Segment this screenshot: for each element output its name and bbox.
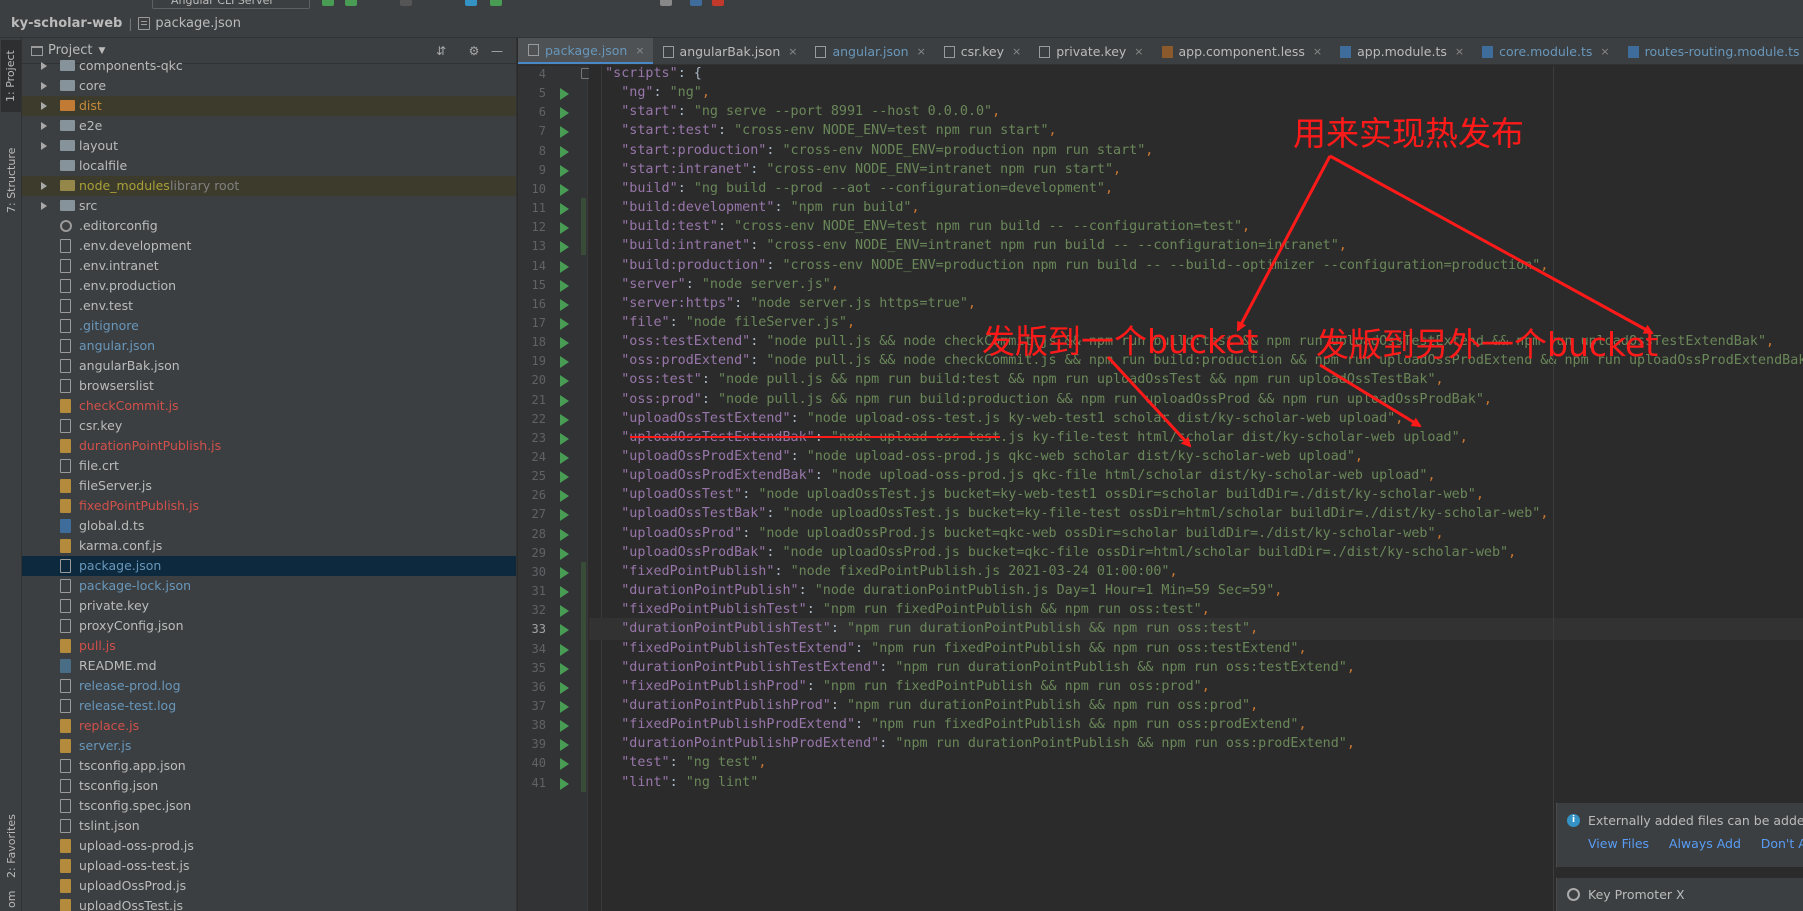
vcs-change-marker: [581, 561, 586, 792]
annotation-other-bucket: 发版到另外一个bucket: [1316, 325, 1659, 364]
notification-title: Externally added files can be added t: [1588, 813, 1803, 828]
always-add-link[interactable]: Always Add: [1669, 836, 1741, 851]
annotation-hot-release: 用来实现热发布: [1293, 114, 1524, 153]
key-promoter-icon: [1567, 888, 1580, 901]
notification-actions: View Files Always Add Don't Ask: [1588, 836, 1803, 851]
external-files-notification: i Externally added files can be added t …: [1556, 802, 1803, 868]
annotation-one-bucket: 发版到一个bucket: [982, 322, 1259, 361]
view-files-link[interactable]: View Files: [1588, 836, 1649, 851]
annotation-arrow: [1106, 355, 1192, 448]
annotation-overlay: [630, 154, 1654, 448]
vcs-change-marker: [581, 198, 586, 256]
key-promoter-title: Key Promoter X: [1588, 887, 1685, 902]
dont-ask-link[interactable]: Don't Ask: [1761, 836, 1803, 851]
key-promoter-notification: Key Promoter X: [1556, 877, 1803, 911]
annotation-arrow: [1329, 154, 1654, 335]
info-icon: i: [1567, 814, 1580, 827]
annotation-arrow: [1319, 363, 1422, 428]
annotation-arrow: [1236, 155, 1332, 332]
